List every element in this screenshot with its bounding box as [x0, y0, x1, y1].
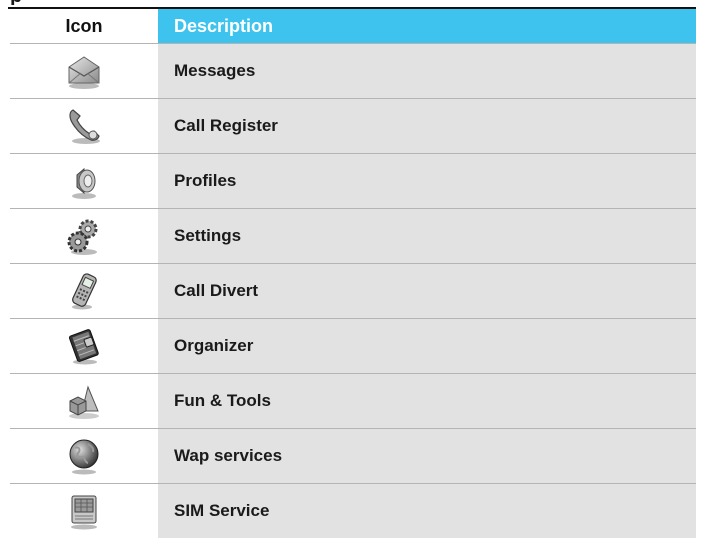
- table-row: Call Register: [10, 98, 696, 154]
- table-row: Call Divert: [10, 263, 696, 319]
- row-label: SIM Service: [158, 483, 696, 538]
- row-label: Settings: [158, 208, 696, 264]
- row-label: Messages: [158, 43, 696, 99]
- table-header-row: Icon Description: [10, 9, 696, 44]
- header-description: Description: [158, 9, 696, 44]
- row-label: Organizer: [158, 318, 696, 374]
- sim-card-icon: [64, 491, 104, 531]
- table-row: Profiles: [10, 153, 696, 209]
- shapes-icon: [64, 381, 104, 421]
- header-icon: Icon: [10, 9, 158, 44]
- mobile-phone-icon: [64, 271, 104, 311]
- icon-table: Icon Description Messages Call Register …: [10, 9, 696, 538]
- globe-icon: [64, 436, 104, 476]
- table-row: Fun & Tools: [10, 373, 696, 429]
- page-heading-fragment: p: [10, 0, 38, 5]
- gears-icon: [64, 216, 104, 256]
- row-label: Profiles: [158, 153, 696, 209]
- table-row: Wap services: [10, 428, 696, 484]
- envelope-icon: [64, 51, 104, 91]
- row-label: Call Divert: [158, 263, 696, 319]
- speaker-icon: [64, 161, 104, 201]
- organizer-book-icon: [64, 326, 104, 366]
- table-row: SIM Service: [10, 483, 696, 538]
- row-label: Wap services: [158, 428, 696, 484]
- table-row: Settings: [10, 208, 696, 264]
- row-label: Call Register: [158, 98, 696, 154]
- table-row: Organizer: [10, 318, 696, 374]
- table-row: Messages: [10, 43, 696, 99]
- row-label: Fun & Tools: [158, 373, 696, 429]
- phone-handset-icon: [64, 106, 104, 146]
